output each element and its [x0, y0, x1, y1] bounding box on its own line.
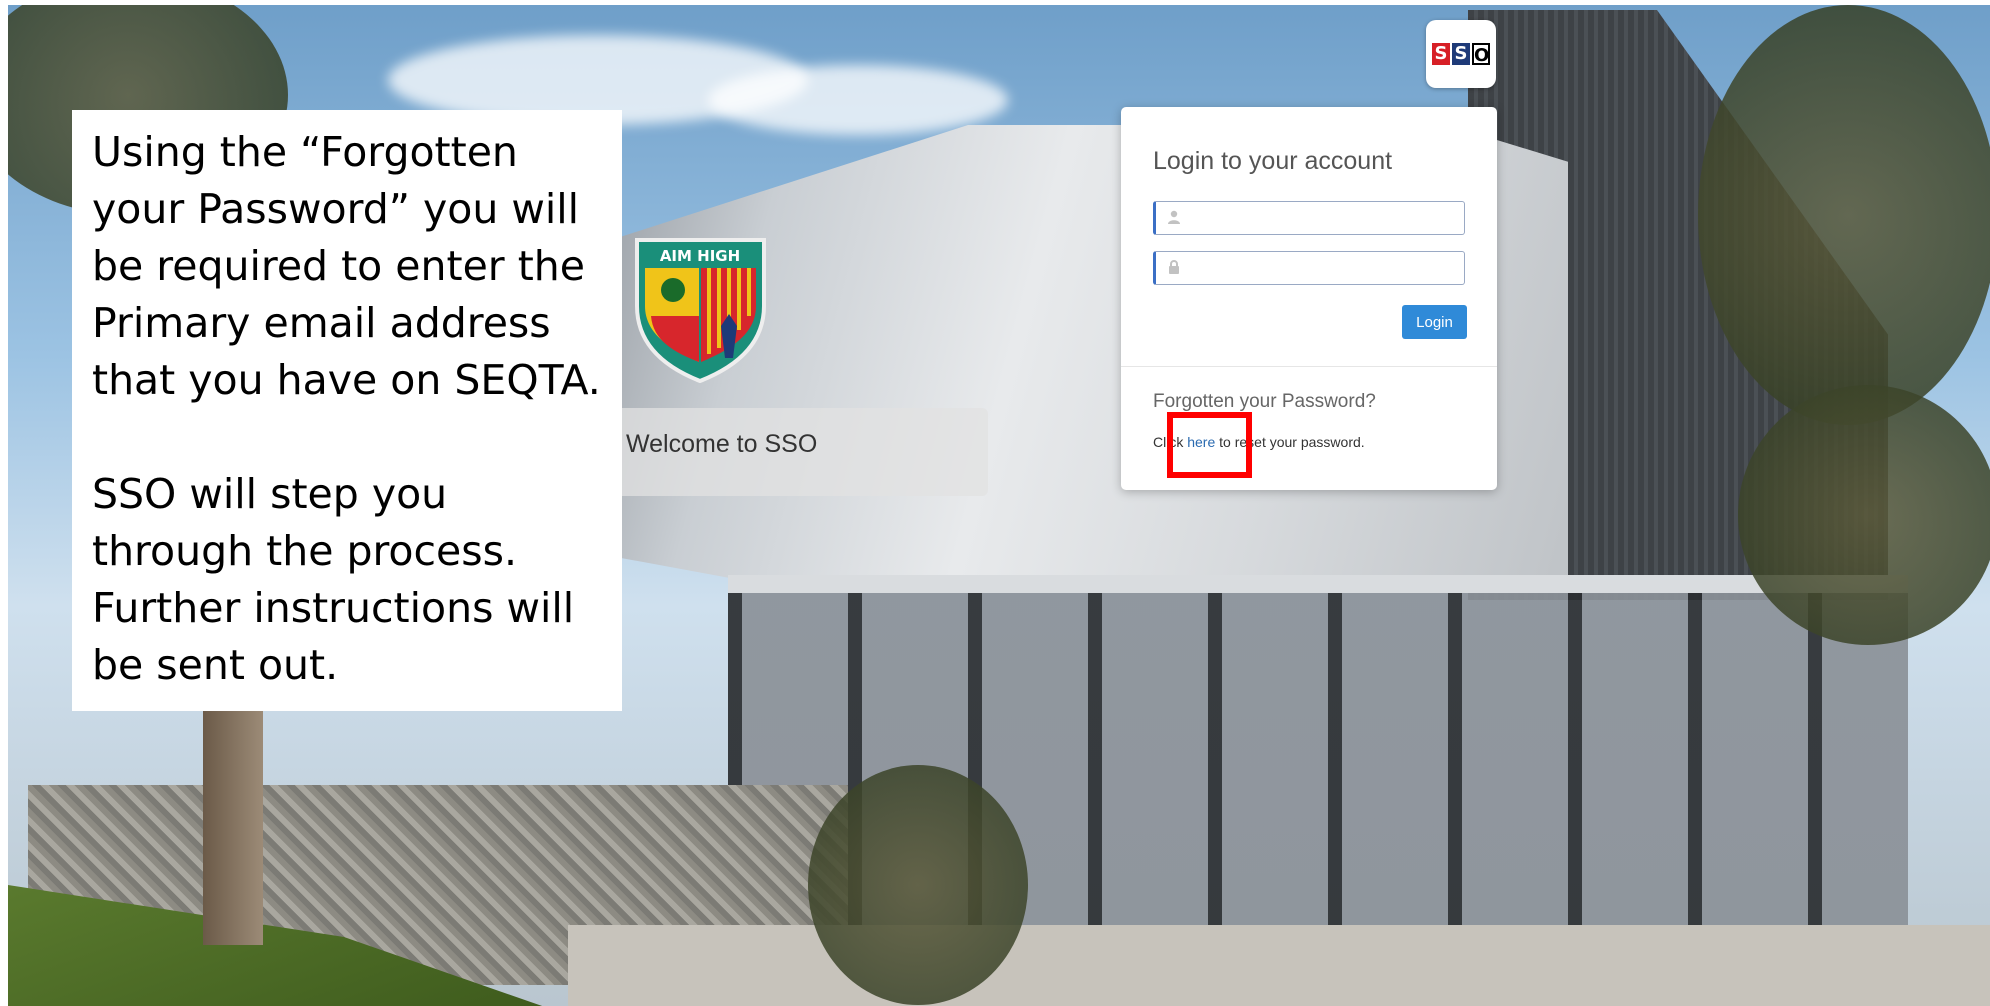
pavement: [568, 925, 1990, 1006]
welcome-text: Welcome to SSO: [626, 430, 818, 458]
instruction-paragraph-2: SSO will step you through the process. F…: [92, 470, 575, 689]
building-band: [728, 575, 1908, 593]
password-field-wrapper: [1153, 251, 1465, 285]
username-input[interactable]: [1190, 206, 1454, 232]
instruction-callout: Using the “Forgotten your Password” you …: [72, 110, 622, 711]
red-highlight-box: [1167, 412, 1252, 478]
tree-trunk: [203, 705, 263, 945]
sso-letter: S: [1432, 43, 1450, 65]
forgot-password-heading: Forgotten your Password?: [1153, 391, 1376, 412]
login-title: Login to your account: [1153, 147, 1393, 175]
tree-right: [1698, 5, 1990, 425]
password-input[interactable]: [1190, 256, 1454, 282]
instruction-paragraph-1: Using the “Forgotten your Password” you …: [92, 128, 601, 404]
sso-logo: S S O: [1426, 20, 1496, 88]
welcome-banner: Welcome to SSO: [620, 408, 988, 496]
tree-right-lower: [1738, 385, 1990, 645]
school-crest-logo: AIM HIGH: [635, 238, 766, 383]
crest-motto: AIM HIGH: [660, 247, 740, 265]
login-button[interactable]: Login: [1402, 305, 1467, 339]
lock-icon: [1168, 260, 1182, 276]
tree-front: [808, 765, 1028, 1005]
sso-letter: O: [1472, 43, 1490, 66]
cloud: [708, 65, 1008, 135]
sso-letter: S: [1452, 43, 1470, 65]
username-field-wrapper: [1153, 201, 1465, 235]
divider: [1121, 366, 1497, 367]
user-icon: [1168, 210, 1182, 226]
